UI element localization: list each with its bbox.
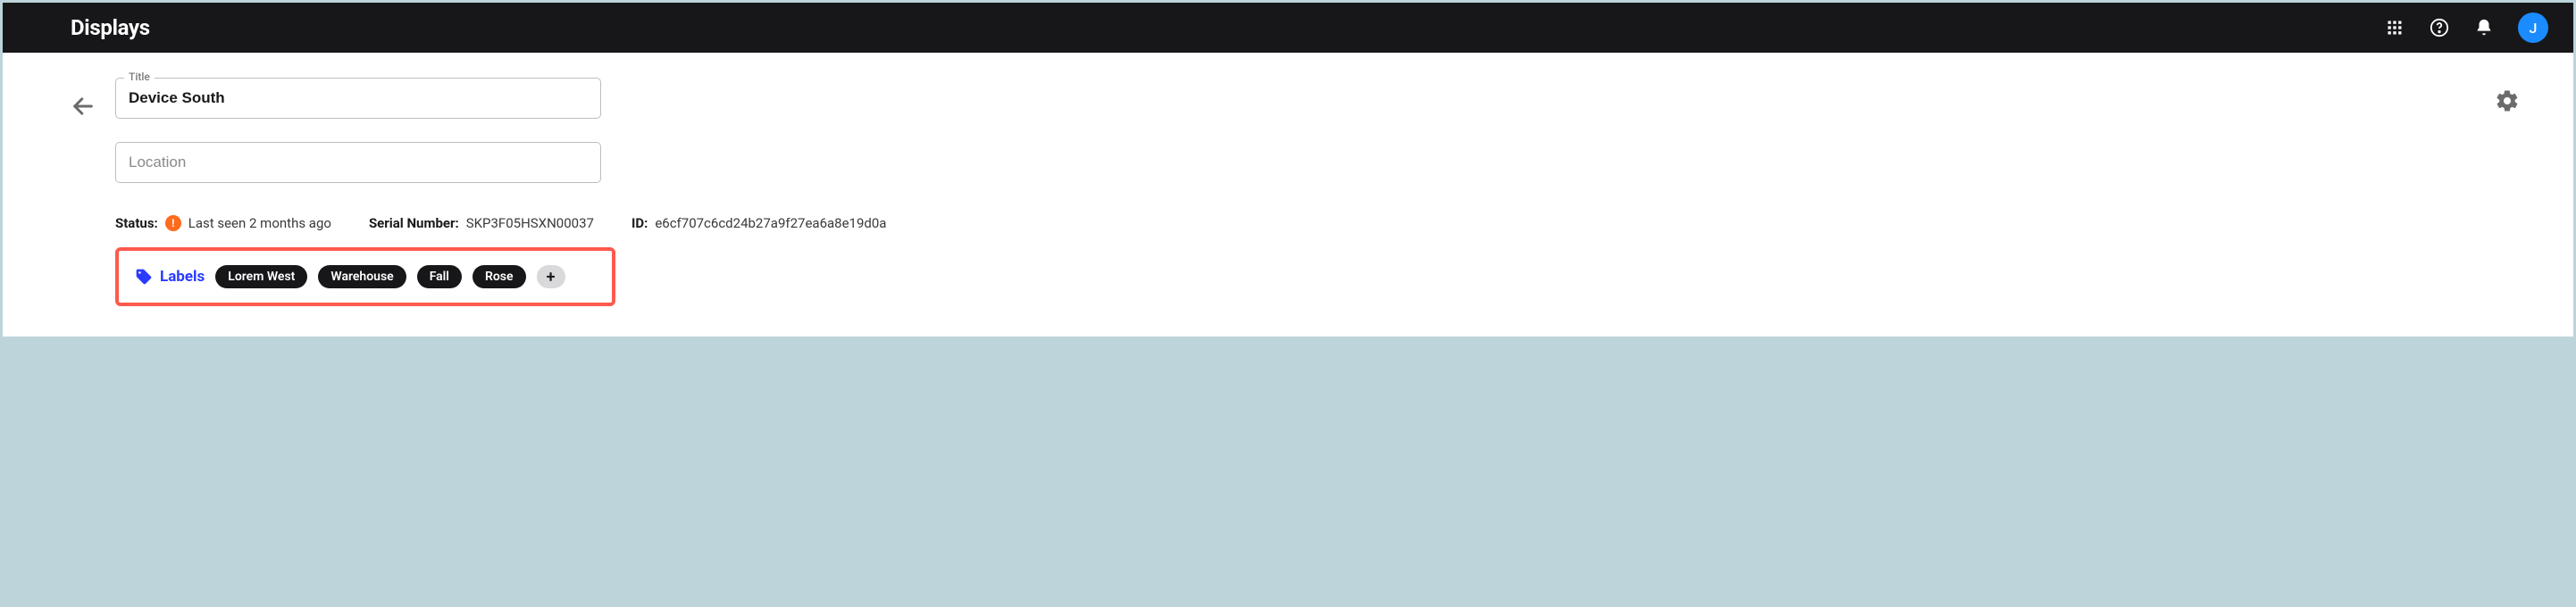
- id-value: e6cf707c6cd24b27a9f27ea6a8e19d0a: [655, 215, 886, 231]
- labels-highlight-box: Labels Lorem West Warehouse Fall Rose +: [115, 247, 615, 306]
- label-chip[interactable]: Rose: [473, 265, 526, 288]
- status-block: Status: ! Last seen 2 months ago: [115, 215, 331, 231]
- title-input[interactable]: [115, 78, 601, 119]
- status-value: Last seen 2 months ago: [188, 215, 331, 231]
- help-icon[interactable]: [2429, 17, 2450, 38]
- back-arrow-icon[interactable]: [71, 94, 96, 122]
- device-meta-row: Status: ! Last seen 2 months ago Serial …: [115, 215, 2505, 231]
- serial-value: SKP3F05HSXN00037: [466, 215, 594, 231]
- page-title: Displays: [71, 15, 150, 40]
- title-field-label: Title: [124, 71, 155, 83]
- label-chip[interactable]: Warehouse: [318, 265, 406, 288]
- label-chip[interactable]: Lorem West: [215, 265, 307, 288]
- labels-heading: Labels: [160, 268, 205, 286]
- apps-grid-icon[interactable]: [2384, 17, 2405, 38]
- avatar-initial: J: [2530, 20, 2538, 37]
- serial-label: Serial Number:: [369, 215, 459, 231]
- label-chip[interactable]: Fall: [417, 265, 462, 288]
- id-block: ID: e6cf707c6cd24b27a9f27ea6a8e19d0a: [631, 215, 887, 231]
- tag-icon: [135, 268, 153, 286]
- status-label: Status:: [115, 215, 158, 231]
- title-field-wrapper: Title: [115, 78, 601, 119]
- header-actions: J: [2384, 12, 2548, 43]
- app-header: Displays: [3, 3, 2573, 53]
- location-input[interactable]: [115, 142, 601, 183]
- add-label-button[interactable]: +: [537, 265, 565, 288]
- serial-block: Serial Number: SKP3F05HSXN00037: [369, 215, 594, 231]
- settings-gear-icon[interactable]: [2495, 88, 2520, 117]
- location-field-wrapper: [115, 142, 601, 183]
- notifications-bell-icon[interactable]: [2473, 17, 2495, 38]
- labels-link[interactable]: Labels: [135, 268, 205, 286]
- id-label: ID:: [631, 215, 648, 231]
- user-avatar[interactable]: J: [2518, 12, 2548, 43]
- status-warning-icon: !: [165, 215, 181, 231]
